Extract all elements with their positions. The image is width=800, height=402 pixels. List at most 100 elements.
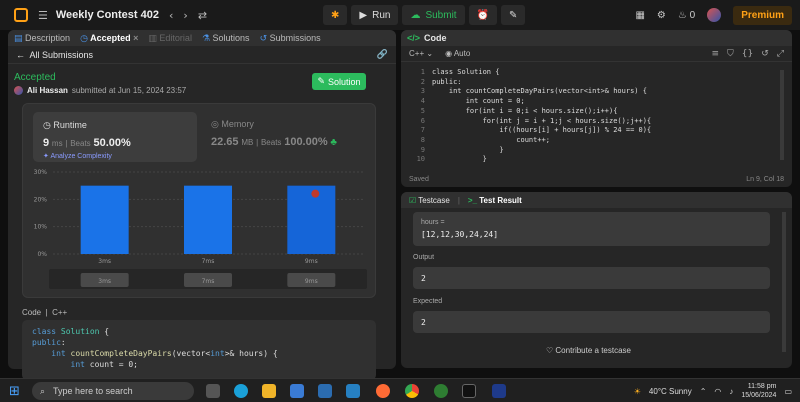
editor-line[interactable]: class Solution { xyxy=(432,68,499,78)
avatar[interactable] xyxy=(707,8,722,22)
mail-icon[interactable] xyxy=(318,384,332,398)
prev-problem-icon[interactable]: ‹ xyxy=(169,9,173,22)
contribute-testcase-link[interactable]: ♡ Contribute a testcase xyxy=(401,346,776,355)
next-problem-icon[interactable]: › xyxy=(183,9,187,22)
fullscreen-icon[interactable]: ⤢ xyxy=(777,49,784,59)
y-tick-label: 0% xyxy=(37,251,47,258)
debug-button[interactable]: ✱ xyxy=(323,5,348,25)
windows-start-icon[interactable]: ⊞ xyxy=(9,384,20,399)
line-number: 1 xyxy=(420,68,425,76)
terminal-app-icon[interactable] xyxy=(462,384,476,398)
editor-line[interactable]: for(int j = i + 1;j < hours.size();j++){ xyxy=(432,117,652,127)
runtime-card[interactable]: ◷ Runtime 9 ms | Beats 50.00% ✦ Analyze … xyxy=(33,112,197,162)
app-orange-icon[interactable] xyxy=(376,384,390,398)
store-icon[interactable] xyxy=(290,384,304,398)
editor-line[interactable]: } xyxy=(432,146,503,156)
sparkle-icon: ✦ xyxy=(43,153,49,160)
memory-title[interactable]: ◎ Memory xyxy=(211,119,254,130)
line-number: 8 xyxy=(420,135,425,144)
x-tick-label: 7ms xyxy=(202,258,215,265)
edge-icon[interactable] xyxy=(234,384,248,398)
tab-accepted[interactable]: ◷ Accepted × xyxy=(80,33,138,44)
line-number: 10 xyxy=(416,155,425,164)
checkbox-icon: ☑ xyxy=(409,195,417,205)
tab-testcase[interactable]: ☑ Testcase xyxy=(409,196,450,205)
timer-button[interactable]: ⏰ xyxy=(468,5,498,25)
tab-description[interactable]: ▤ Description xyxy=(14,33,70,44)
taskbar-clock[interactable]: 11:58 pm 15/06/2024 xyxy=(741,382,776,400)
tab-test-result[interactable]: >_ Test Result xyxy=(468,196,522,205)
search-icon: ⌕ xyxy=(40,385,46,396)
layout-grid-icon[interactable]: ▦ xyxy=(635,10,644,21)
tab-solutions[interactable]: ⚗ Solutions xyxy=(202,33,250,44)
x-tick-label: 3ms xyxy=(98,258,111,265)
notification-icon[interactable]: ▭ xyxy=(784,387,792,396)
cursor-position: Ln 9, Col 18 xyxy=(746,175,784,183)
output-label: Output xyxy=(413,254,435,261)
network-icon[interactable]: ◠ xyxy=(714,387,721,396)
language-select[interactable]: C++ ⌄ xyxy=(409,49,433,58)
streak-counter[interactable]: ♨ 0 xyxy=(678,10,695,21)
all-submissions-link[interactable]: ← All Submissions xyxy=(16,50,93,60)
editor-line[interactable]: for(int i = 0;i < hours.size();i++){ xyxy=(432,107,618,117)
leetcode-logo-icon[interactable] xyxy=(14,8,28,22)
editor-line[interactable]: int countCompleteDayPairs(vector<int>& h… xyxy=(432,87,647,97)
play-icon: ▶ xyxy=(359,9,368,21)
menu-icon[interactable]: ≡ xyxy=(711,49,719,59)
gear-icon[interactable]: ⚙ xyxy=(657,10,666,21)
code-line: class Solution { xyxy=(32,327,110,336)
auto-toggle[interactable]: ◉ Auto xyxy=(445,49,470,58)
editor-line[interactable]: count++; xyxy=(432,136,550,146)
file-explorer-icon[interactable] xyxy=(262,384,276,398)
solution-button[interactable]: ✎ Solution xyxy=(312,73,366,90)
submit-button[interactable]: ☁ Submit xyxy=(402,5,465,25)
chart-bar xyxy=(80,185,129,254)
close-tab-icon[interactable]: × xyxy=(133,33,138,43)
code-icon: </> xyxy=(407,33,421,43)
braces-icon[interactable]: {} xyxy=(742,49,753,59)
editor-scrollbar[interactable] xyxy=(780,70,784,160)
reset-icon[interactable]: ↺ xyxy=(761,49,769,59)
contest-title[interactable]: Weekly Contest 402 xyxy=(56,9,159,21)
app-green-icon[interactable] xyxy=(434,384,448,398)
bookmark-icon[interactable]: ⛉ xyxy=(727,49,734,59)
tab-editorial[interactable]: ▥ Editorial xyxy=(148,33,192,44)
pencil-icon: ✎ xyxy=(317,76,325,86)
top-bar: ☰ Weekly Contest 402 ‹ › ⇄ ✱ ▶ Run ☁ Submi… xyxy=(0,0,800,30)
tab-submissions[interactable]: ↺ Submissions xyxy=(260,33,321,44)
submitted-code: class Solution { public: int countComple… xyxy=(22,320,376,380)
bug-icon: ✱ xyxy=(331,9,340,21)
code-editor[interactable]: 1 class Solution {2 public: 3 int countComp… xyxy=(401,68,792,168)
x-tick-label: 9ms xyxy=(305,258,318,265)
code-label: Code | C++ xyxy=(22,308,68,317)
app-blue-icon[interactable] xyxy=(492,384,506,398)
editor-line[interactable]: if((hours[i] + hours[j]) % 24 == 0){ xyxy=(432,126,651,136)
line-number: 6 xyxy=(420,116,425,125)
cloud-upload-icon: ☁ xyxy=(410,9,421,21)
link-icon[interactable]: 🔗 xyxy=(377,49,388,60)
test-scrollbar[interactable] xyxy=(782,212,786,352)
weather-icon[interactable]: ☀ xyxy=(634,387,641,396)
weather-text[interactable]: 40°C Sunny xyxy=(649,387,692,396)
premium-button[interactable]: Premium xyxy=(733,5,792,25)
line-number: 5 xyxy=(420,106,425,115)
problem-list-icon[interactable]: ☰ xyxy=(38,9,48,22)
editor-line[interactable]: } xyxy=(432,155,487,165)
analyze-complexity-link[interactable]: ✦ Analyze Complexity xyxy=(43,152,112,160)
code-panel-header: </> Code xyxy=(401,30,792,46)
task-view-icon[interactable] xyxy=(206,384,220,398)
taskbar-search[interactable]: ⌕ Type here to search xyxy=(32,382,194,400)
chevron-up-icon[interactable]: ⌃ xyxy=(700,387,707,396)
chrome-icon[interactable] xyxy=(405,384,419,398)
input-box: hours = [12,12,30,24,24] xyxy=(413,212,770,246)
notes-button[interactable]: ✎ xyxy=(501,5,526,25)
minimap-label: 7ms xyxy=(202,278,215,285)
volume-icon[interactable]: ♪ xyxy=(729,387,733,396)
vscode-icon[interactable] xyxy=(346,384,360,398)
leaf-icon: ♣ xyxy=(330,137,337,148)
run-button[interactable]: ▶ Run xyxy=(351,5,399,25)
editor-line[interactable]: public: xyxy=(432,78,462,88)
author-name[interactable]: Ali Hassan xyxy=(27,86,68,95)
editor-line[interactable]: int count = 0; xyxy=(432,97,525,107)
shuffle-icon[interactable]: ⇄ xyxy=(198,9,207,22)
